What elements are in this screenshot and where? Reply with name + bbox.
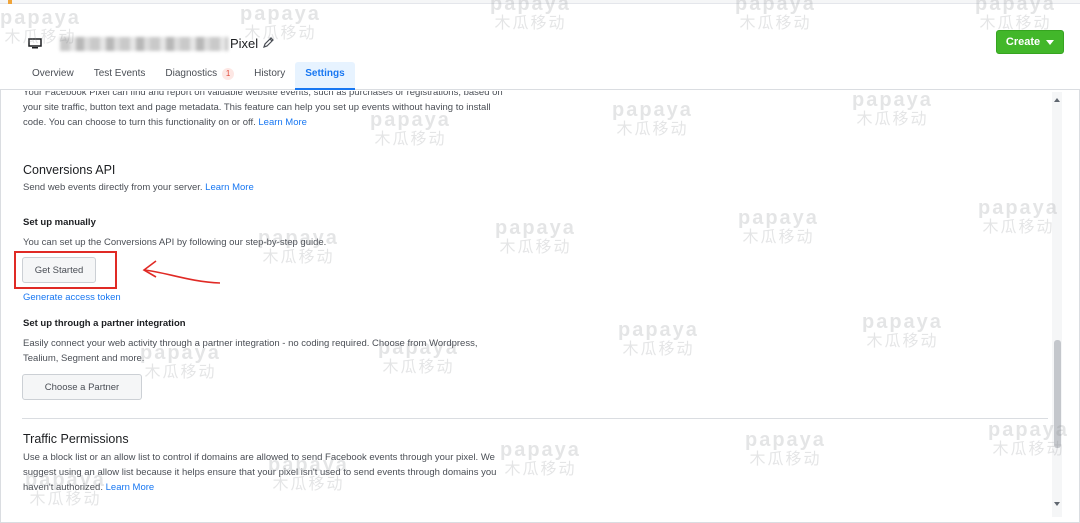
tab-overview[interactable]: Overview	[22, 62, 84, 90]
intro-line: your site traffic, button text and page …	[23, 102, 491, 113]
description-line: Easily connect your web activity through…	[23, 338, 478, 349]
scrollbar-thumb[interactable]	[1054, 340, 1061, 448]
tab-history[interactable]: History	[244, 62, 295, 90]
setup-manually-title: Set up manually	[23, 217, 96, 228]
content-scrollbar[interactable]	[1052, 92, 1062, 517]
description-line: Tealium, Segment and more.	[23, 353, 145, 364]
choose-partner-label: Choose a Partner	[44, 381, 120, 393]
intro-line-text: code. You can choose to turn this functi…	[23, 117, 256, 128]
pixel-name-redacted	[60, 37, 228, 51]
tab-diagnostics[interactable]: Diagnostics 1	[155, 62, 244, 90]
intro-line: Your Facebook Pixel can find and report …	[23, 91, 503, 98]
tab-bar: Overview Test Events Diagnostics 1 Histor…	[22, 62, 355, 90]
partner-integration-description: Easily connect your web activity through…	[23, 336, 543, 366]
tab-label: Diagnostics	[165, 68, 218, 79]
choose-partner-button[interactable]: Choose a Partner	[22, 374, 142, 400]
description-text: Send web events directly from your serve…	[23, 182, 203, 193]
conversions-api-title: Conversions API	[23, 163, 116, 177]
section-divider	[22, 418, 1048, 419]
diagnostics-count-badge: 1	[222, 68, 235, 80]
description-line: Use a block list or an allow list to con…	[23, 452, 495, 463]
tab-label: History	[254, 68, 286, 79]
scroll-up-arrow-icon[interactable]	[1054, 98, 1060, 102]
description-line: suggest using an allow list because it h…	[23, 467, 497, 478]
annotation-arrow-icon	[142, 260, 221, 284]
generate-access-token-link[interactable]: Generate access token	[23, 290, 121, 305]
traffic-permissions-description: Use a block list or an allow list to con…	[23, 450, 563, 495]
tab-label: Settings	[305, 68, 345, 79]
partner-integration-title: Set up through a partner integration	[23, 318, 186, 329]
intro-line: code. You can choose to turn this functi…	[23, 115, 553, 130]
pixel-title: Pixel	[230, 36, 259, 51]
annotation-highlight-box	[14, 251, 117, 289]
tab-label: Test Events	[93, 68, 146, 79]
learn-more-link[interactable]: Learn More	[258, 117, 307, 128]
description-text: haven't authorized.	[23, 482, 103, 493]
conversions-api-description: Send web events directly from your serve…	[23, 180, 254, 195]
create-button[interactable]: Create	[996, 30, 1064, 54]
scroll-down-arrow-icon[interactable]	[1054, 502, 1060, 506]
tab-label: Overview	[32, 68, 74, 79]
auto-events-description: Your Facebook Pixel can find and report …	[23, 91, 553, 130]
chevron-down-icon	[1046, 39, 1055, 45]
setup-manually-description: You can set up the Conversions API by fo…	[23, 237, 327, 248]
tab-settings[interactable]: Settings	[295, 62, 355, 90]
tab-test-events[interactable]: Test Events	[84, 62, 156, 90]
settings-content: Your Facebook Pixel can find and report …	[0, 91, 1066, 523]
create-button-label: Create	[1005, 36, 1041, 48]
pencil-icon[interactable]	[262, 36, 275, 49]
monitor-icon	[28, 38, 42, 49]
learn-more-link[interactable]: Learn More	[106, 482, 155, 493]
traffic-permissions-title: Traffic Permissions	[23, 432, 129, 446]
learn-more-link[interactable]: Learn More	[205, 182, 254, 193]
pixel-header: Pixel Create Overview Test Events Diagno…	[0, 4, 1080, 90]
description-line: haven't authorized. Learn More	[23, 480, 563, 495]
